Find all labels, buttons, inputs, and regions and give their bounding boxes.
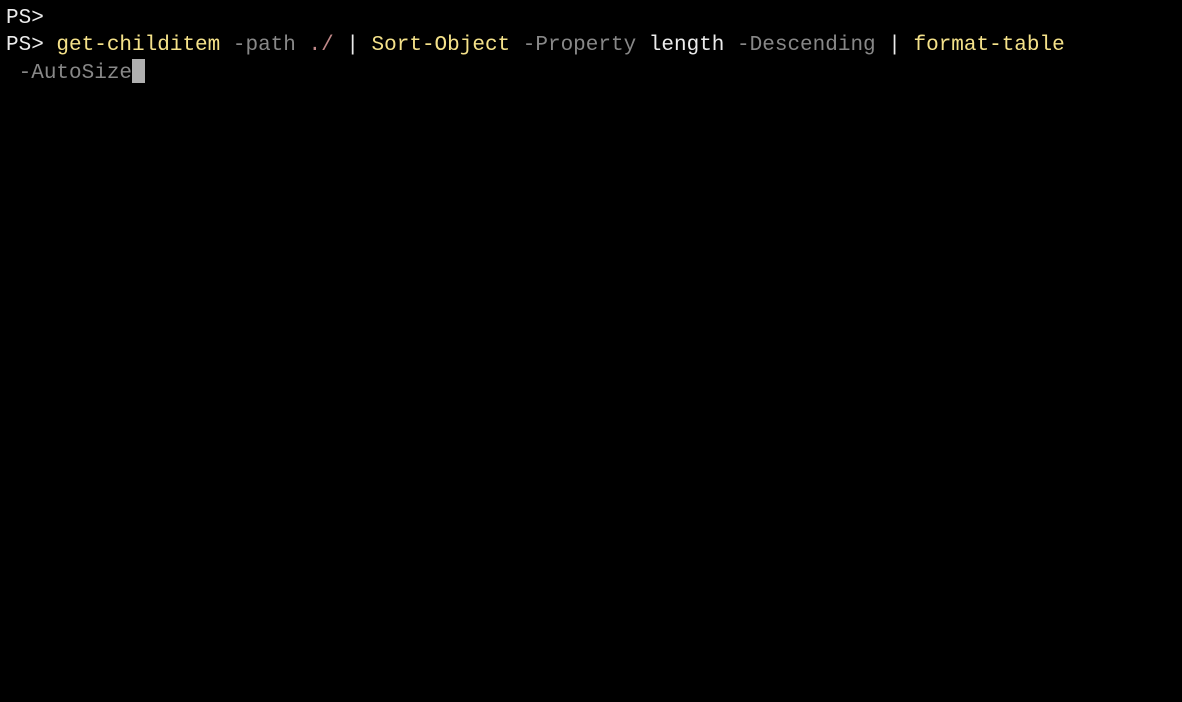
terminal-segment-argument: [724, 34, 737, 57]
terminal-line: -AutoSize: [6, 59, 1176, 87]
terminal-segment-argument-path: ./: [308, 34, 333, 57]
terminal-segment-continuation-indent: [6, 60, 19, 87]
terminal-segment-parameter: -Descending: [737, 34, 876, 57]
terminal-segment-parameter: -AutoSize: [19, 62, 132, 85]
terminal-line: PS> get-childitem -path ./ | Sort-Object…: [6, 32, 1176, 59]
terminal-segment-cmdlet: Sort-Object: [372, 34, 511, 57]
terminal-segment-argument: [334, 34, 347, 57]
terminal-segment-argument: [220, 34, 233, 57]
terminal-segment-argument: [901, 34, 914, 57]
terminal-segment-argument: [296, 34, 309, 57]
terminal-segment-argument: [636, 34, 649, 57]
terminal-segment-argument: length: [649, 34, 725, 57]
terminal-line: PS>: [6, 5, 1176, 32]
terminal-segment-cmdlet: get-childitem: [56, 34, 220, 57]
terminal-segment-prompt: PS>: [6, 34, 56, 57]
terminal-segment-argument: [359, 34, 372, 57]
terminal-segment-parameter: -Property: [523, 34, 636, 57]
terminal-segment-pipe: |: [888, 34, 901, 57]
terminal-segment-argument: [510, 34, 523, 57]
terminal-segment-pipe: |: [346, 34, 359, 57]
terminal-segment-cmdlet: format-table: [913, 34, 1064, 57]
terminal-segment-parameter: -path: [233, 34, 296, 57]
terminal-segment-prompt: PS>: [6, 7, 44, 30]
cursor-block: [132, 59, 145, 83]
terminal-segment-argument: [876, 34, 889, 57]
terminal-container[interactable]: PS>PS> get-childitem -path ./ | Sort-Obj…: [6, 5, 1176, 87]
